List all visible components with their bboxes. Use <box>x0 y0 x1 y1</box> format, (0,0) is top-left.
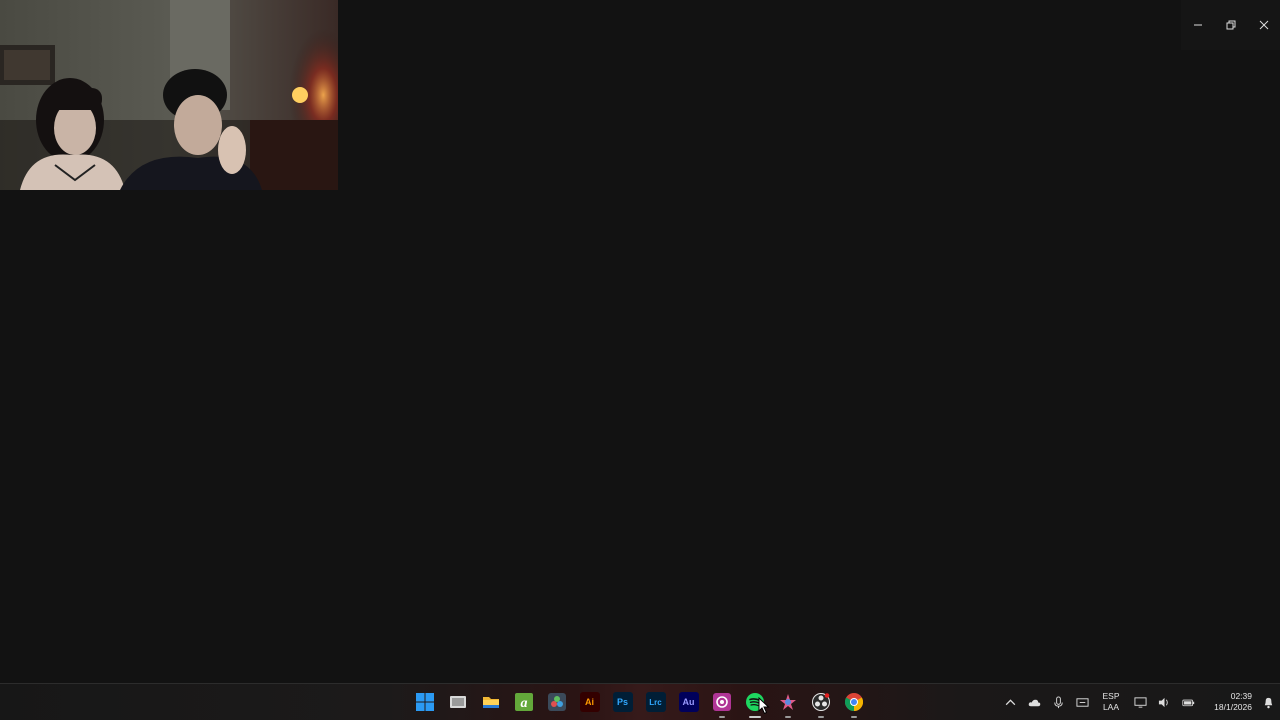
cloud-icon <box>1028 699 1040 706</box>
window-controls <box>1181 0 1280 50</box>
device-tray-button[interactable] <box>1070 684 1094 720</box>
illustrator-icon: Ai <box>579 692 600 712</box>
show-hidden-icons-button[interactable] <box>998 684 1022 720</box>
photoshop-icon: Ps <box>612 692 633 712</box>
svg-text:a: a <box>520 696 527 711</box>
obs-studio-button[interactable] <box>804 684 837 720</box>
windows-logo-icon <box>415 693 434 711</box>
running-indicator <box>850 716 857 718</box>
microphone-button[interactable] <box>1046 684 1070 720</box>
adobe-photoshop-button[interactable]: Ps <box>606 684 639 720</box>
pink-camera-app-button[interactable] <box>705 684 738 720</box>
system-tray: ESP LAA 02:39 18/1/2026 <box>998 684 1280 720</box>
mouse-cursor-icon <box>758 697 770 715</box>
bell-icon <box>1264 697 1272 708</box>
minimize-button[interactable] <box>1181 0 1214 50</box>
task-view-icon <box>449 696 466 708</box>
camera-icon <box>712 693 731 711</box>
davinci-resolve-icon <box>547 693 566 711</box>
obs-icon <box>811 693 830 711</box>
speaker-icon <box>1158 697 1168 707</box>
notifications-button[interactable] <box>1256 684 1280 720</box>
file-explorer-button[interactable] <box>474 684 507 720</box>
minimize-icon <box>1193 24 1202 26</box>
chevron-up-icon <box>1005 698 1015 705</box>
language-variant: LAA <box>1102 702 1120 712</box>
input-language-indicator[interactable]: ESP LAA <box>1094 691 1128 713</box>
language-code: ESP <box>1102 691 1120 701</box>
taskbar-pinned-apps: a Ai Ps Lrc Au <box>408 684 870 720</box>
network-button[interactable] <box>1128 684 1152 720</box>
restore-icon <box>1226 20 1235 30</box>
close-button[interactable] <box>1247 0 1280 50</box>
adobe-illustrator-button[interactable]: Ai <box>573 684 606 720</box>
clock-date: 18/1/2026 <box>1214 702 1252 712</box>
google-chrome-button[interactable] <box>837 684 870 720</box>
close-icon <box>1259 20 1268 30</box>
adobe-lightroom-classic-button[interactable]: Lrc <box>639 684 672 720</box>
webcam-overlay <box>0 0 338 190</box>
taskbar: a Ai Ps Lrc Au ESP LAA 02:39 18/1/2026 <box>0 683 1280 720</box>
volume-button[interactable] <box>1152 684 1176 720</box>
onedrive-button[interactable] <box>1022 684 1046 720</box>
chrome-icon <box>844 693 863 711</box>
task-view-button[interactable] <box>441 684 474 720</box>
green-a-app-button[interactable]: a <box>507 684 540 720</box>
start-menu-button[interactable] <box>408 684 441 720</box>
battery-icon <box>1181 699 1194 706</box>
clock[interactable]: 02:39 18/1/2026 <box>1200 691 1252 713</box>
adobe-audition-button[interactable]: Au <box>672 684 705 720</box>
running-indicator <box>784 716 791 718</box>
webcam-image <box>0 0 338 190</box>
running-indicator <box>718 716 725 718</box>
network-icon <box>1133 696 1147 708</box>
audition-icon: Au <box>678 692 699 712</box>
device-icon <box>1075 697 1089 707</box>
restore-button[interactable] <box>1214 0 1247 50</box>
microphone-icon <box>1053 695 1063 708</box>
active-indicator <box>748 716 761 718</box>
battery-button[interactable] <box>1176 684 1200 720</box>
colorful-star-app-button[interactable] <box>771 684 804 720</box>
davinci-resolve-button[interactable] <box>540 684 573 720</box>
green-a-icon: a <box>514 693 533 711</box>
clock-time: 02:39 <box>1230 691 1252 701</box>
star-app-icon <box>779 694 796 710</box>
folder-icon <box>482 697 499 708</box>
running-indicator <box>817 716 824 718</box>
lightroom-classic-icon: Lrc <box>645 692 666 712</box>
